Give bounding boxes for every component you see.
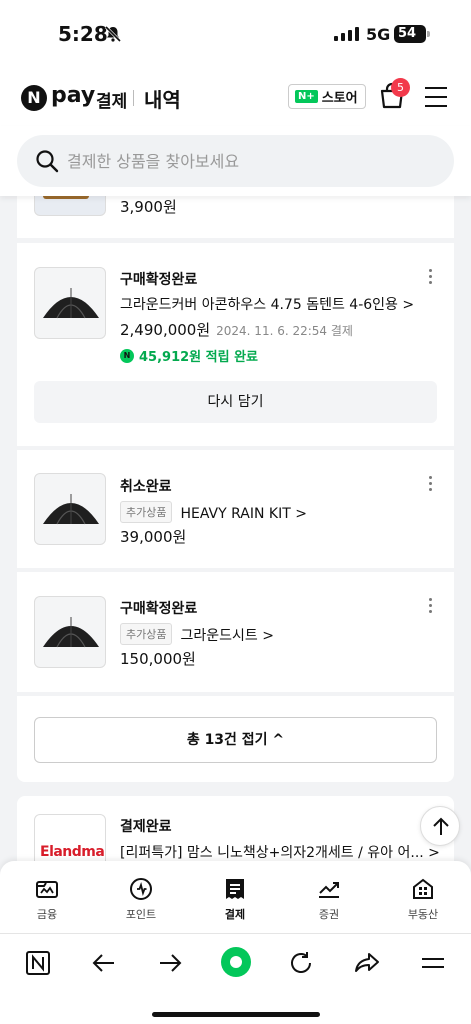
order-card: 구매확정완료 그라운드커버 아콘하우스 4.75 돔텐트 4-6인용 > 2,4… [17,243,454,446]
tent-image [43,288,99,319]
order-date: 2024. 11. 6. 22:54 결제 [216,324,353,338]
product-thumbnail[interactable] [34,267,106,339]
scroll-to-top-button[interactable] [420,806,460,846]
order-price: 39,000원 [120,528,187,546]
title-divider [133,90,134,106]
building-icon [413,878,433,899]
product-name[interactable]: 그라운드커버 아콘하우스 4.75 돔텐트 4-6인용 > [120,294,414,314]
tab-label: 결제 [224,908,246,921]
store-label: 스토어 [321,91,358,106]
order-price: 3,900원 [120,198,177,216]
tab-finance[interactable]: 금융 [0,861,94,933]
tab-point[interactable]: 포인트 [94,861,188,933]
order-price: 2,490,000원 [120,321,211,339]
tab-payment[interactable]: 결제 [188,861,282,933]
share-icon[interactable] [353,949,381,977]
tab-label: 증권 [318,908,340,921]
tab-label: 부동산 [407,908,439,921]
naver-home-icon[interactable] [24,949,52,977]
reorder-button[interactable]: 다시 담기 [34,381,437,423]
collapse-orders-button[interactable]: 총 13건 접기 ^ [34,717,437,763]
more-options-icon[interactable] [429,269,433,287]
refresh-icon[interactable] [287,949,315,977]
product-thumbnail[interactable] [34,473,106,545]
tent-image [43,494,99,525]
order-status: 구매확정완료 [120,272,198,288]
browser-toolbar [0,933,471,1024]
order-status: 결제완료 [120,819,172,835]
naver-pay-logo-icon[interactable]: N [21,85,47,111]
back-arrow-icon[interactable] [90,949,118,977]
tab-label: 포인트 [125,908,157,921]
receipt-icon [226,879,244,899]
search-icon [36,150,59,173]
finance-icon [36,881,58,898]
nplus-icon: N+ [295,90,318,103]
point-icon [130,878,152,900]
cellular-signal-icon [334,27,359,41]
more-options-icon[interactable] [429,598,433,616]
green-dot-icon[interactable] [220,946,252,978]
product-name-line[interactable]: 추가상품 HEAVY RAIN KIT > [120,501,307,523]
order-status: 취소완료 [120,479,172,495]
bottom-tab-bar: 금융 포인트 결제 증권 부동산 [0,861,471,933]
point-reward: N 45,912원 적립 완료 [120,346,258,365]
forward-arrow-icon[interactable] [156,949,184,977]
cart-count-badge: 5 [391,78,410,97]
store-button[interactable]: N+ 스토어 [288,84,366,109]
collapse-card: 총 13건 접기 ^ [17,696,454,782]
hamburger-menu-icon[interactable] [425,87,447,114]
product-name[interactable]: [리퍼특가] 맘스 니노책상+의자2개세트 / 유아 어... > [120,842,440,862]
search-input[interactable] [67,135,437,187]
stock-chart-icon [319,882,339,898]
battery-icon: 54 [394,25,430,43]
arrow-up-icon [433,817,449,835]
menu-lines-icon[interactable] [419,949,447,977]
app-screen: 5:28 5G 54 N pay 결제 내역 N+ 스토어 5 3,900원 [0,0,471,1024]
tab-realestate[interactable]: 부동산 [376,861,470,933]
tent-image [43,617,99,648]
app-header: N pay 결제 내역 N+ 스토어 5 [0,70,471,126]
order-status: 구매확정완료 [120,601,198,617]
home-indicator [152,1012,320,1017]
addon-tag: 추가상품 [120,501,173,523]
logo-text[interactable]: pay [51,83,95,108]
point-text: 45,912원 적립 완료 [139,350,259,365]
naver-point-icon: N [120,348,134,363]
pay-title: 결제 [96,92,128,112]
status-time: 5:28 [58,22,108,46]
tab-label: 금융 [36,908,58,921]
order-card: 취소완료 추가상품 HEAVY RAIN KIT > 39,000원 [17,450,454,568]
search-bar-area [0,126,471,196]
more-options-icon[interactable] [429,476,433,494]
network-type: 5G [366,25,391,44]
page-title: 내역 [144,88,181,112]
product-name[interactable]: 그라운드시트 > [180,628,273,644]
silent-bell-icon [104,25,122,43]
search-box[interactable] [17,135,454,187]
product-name-line[interactable]: 추가상품 그라운드시트 > [120,623,274,645]
product-thumbnail[interactable] [34,596,106,668]
order-price-line: 2,490,000원 2024. 11. 6. 22:54 결제 [120,319,353,340]
addon-tag: 추가상품 [120,623,173,645]
elandmall-logo: Elandmall [40,844,106,860]
product-name[interactable]: HEAVY RAIN KIT > [180,506,306,522]
tab-stock[interactable]: 증권 [282,861,376,933]
order-price: 150,000원 [120,650,196,668]
status-bar: 5:28 5G 54 [0,0,471,70]
order-card: 구매확정완료 추가상품 그라운드시트 > 150,000원 [17,572,454,692]
